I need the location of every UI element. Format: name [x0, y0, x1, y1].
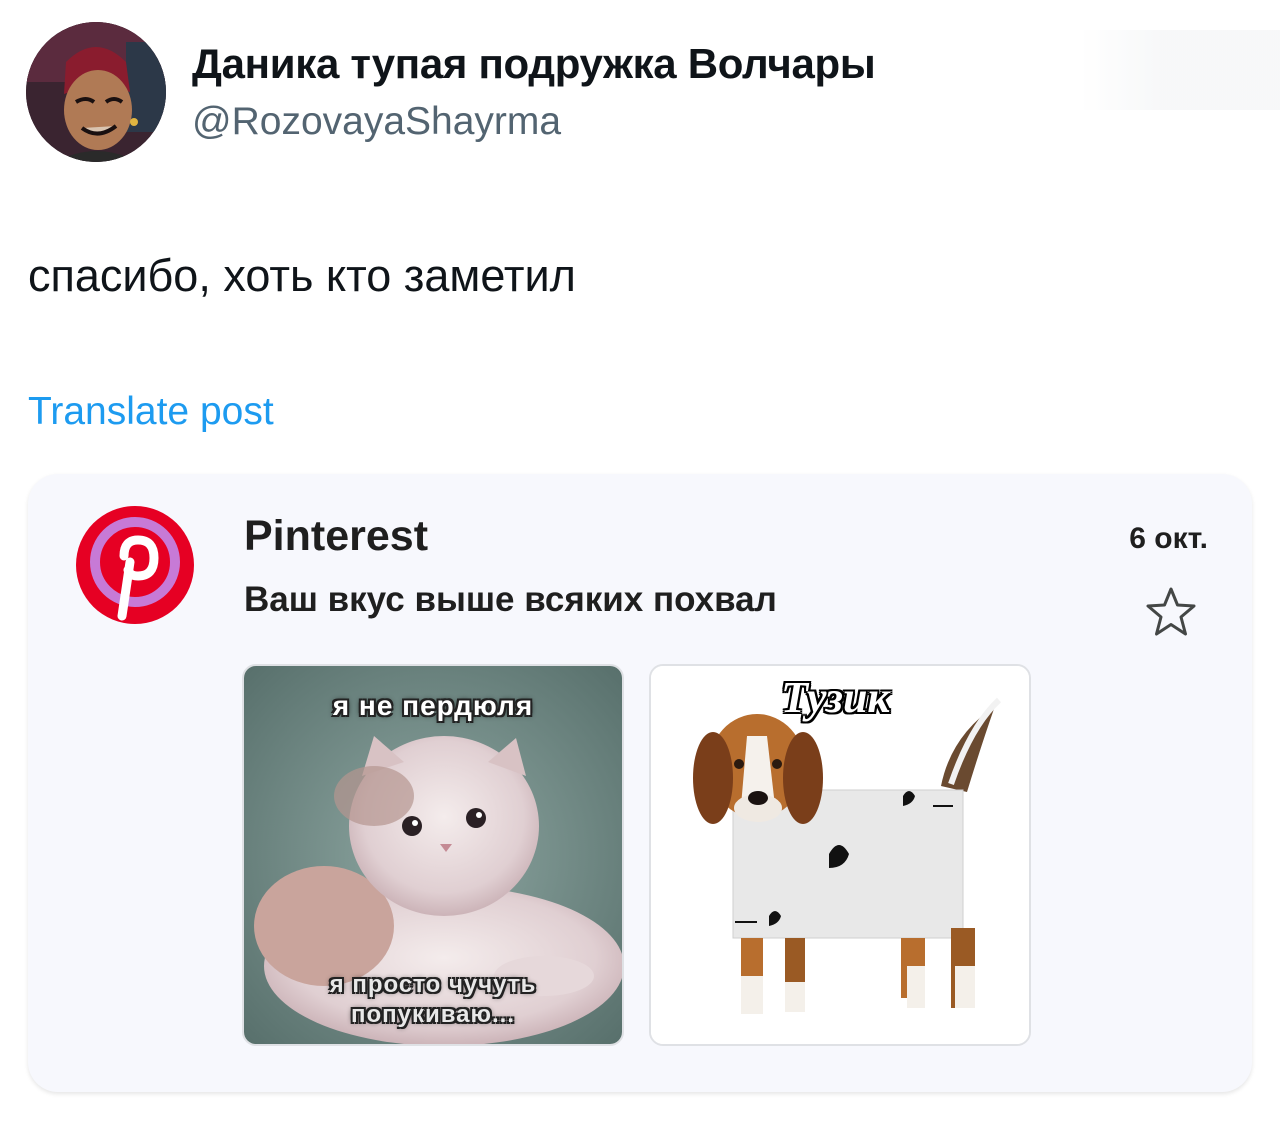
meme-caption-top: я не пердюля	[332, 690, 534, 721]
email-notification-card[interactable]: Pinterest Ваш вкус выше всяких похвал 6 …	[28, 474, 1252, 1092]
translate-post-link[interactable]: Translate post	[28, 390, 274, 434]
avatar-illustration	[26, 22, 166, 162]
email-date: 6 окт.	[1129, 522, 1208, 555]
post-text: спасибо, хоть кто заметил	[28, 250, 576, 301]
email-sender: Pinterest	[244, 512, 429, 560]
author-handle[interactable]: @RozovayaShayrma	[192, 100, 561, 144]
blurred-region	[1080, 30, 1280, 110]
meme-caption-bottom: я просто чучуть попукиваю...	[329, 971, 537, 1028]
email-image-dog[interactable]: Тузик	[649, 664, 1031, 1046]
email-image-kitten[interactable]: я не пердюля я просто чучуть попукиваю..…	[242, 664, 624, 1046]
author-avatar[interactable]	[26, 22, 166, 162]
author-display-name[interactable]: Даника тупая подружка Волчары	[192, 40, 876, 88]
email-subject: Ваш вкус выше всяких похвал	[244, 580, 777, 619]
meme-caption-top: Тузик	[781, 673, 890, 722]
pinterest-logo-icon	[76, 506, 194, 624]
star-outline-icon[interactable]	[1142, 584, 1200, 642]
